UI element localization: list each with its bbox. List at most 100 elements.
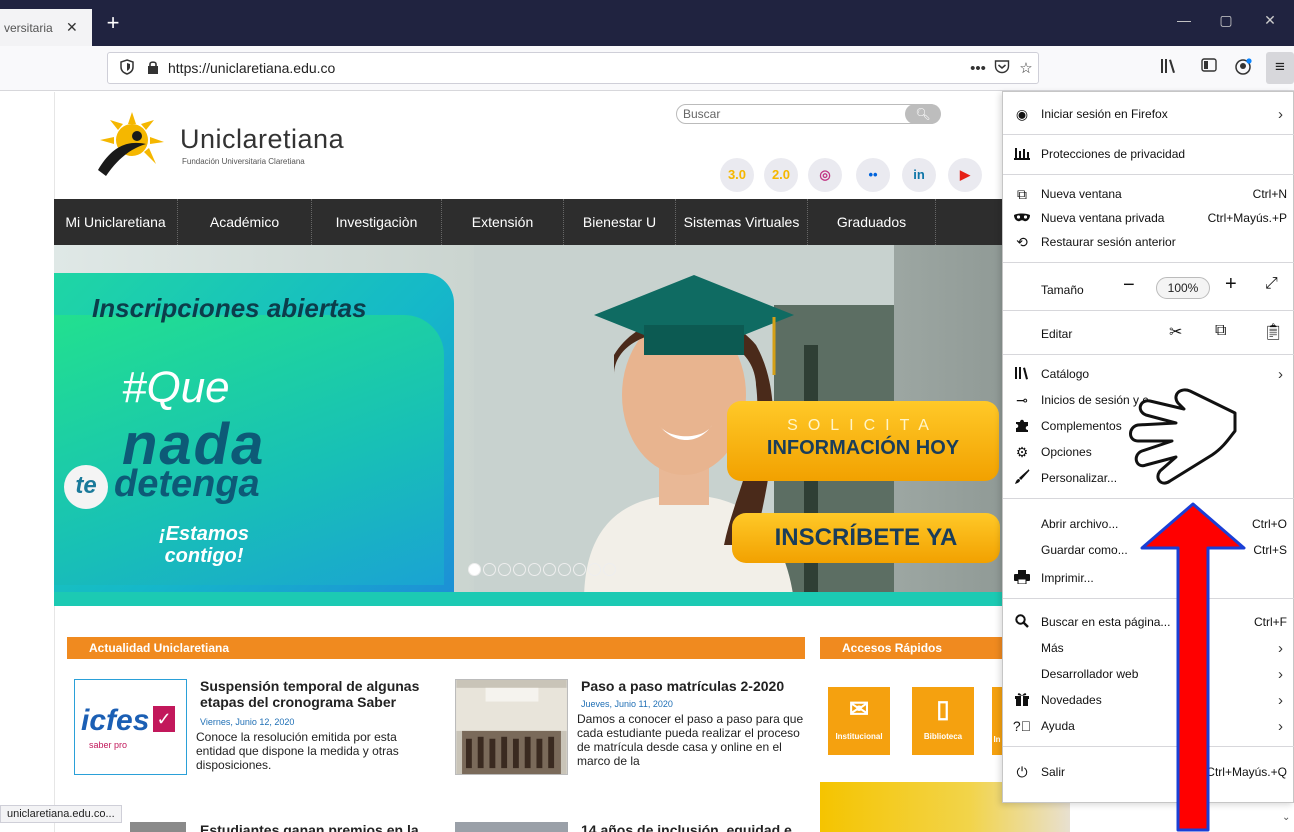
av20-icon[interactable]: 2.0 <box>764 158 798 192</box>
hero-tagline-line1: ¡Estamos <box>158 523 250 545</box>
menu-save-as-shortcut: Ctrl+S <box>1253 543 1287 557</box>
quick-third[interactable]: In <box>992 687 1002 755</box>
menu-edit-row: Editar <box>1003 322 1294 346</box>
carousel-dot[interactable] <box>573 563 586 576</box>
browser-tab[interactable]: versitaria ✕ <box>0 9 92 46</box>
open-menu-button[interactable]: ≡ <box>1266 52 1294 84</box>
flickr-icon[interactable]: •• <box>856 158 890 192</box>
news-section-header: Actualidad Uniclaretiana <box>67 637 805 659</box>
tab-close-icon[interactable]: ✕ <box>66 19 78 36</box>
nav-bienestar[interactable]: Bienestar U <box>564 199 676 245</box>
scroll-down-icon[interactable]: ⌄ <box>1282 812 1290 823</box>
maximize-button[interactable]: ▢ <box>1206 12 1246 29</box>
new-tab-button[interactable]: + <box>101 12 125 34</box>
close-window-button[interactable]: ✕ <box>1250 12 1290 29</box>
site-logo[interactable]: Uniclaretiana Fundación Universitaria Cl… <box>92 110 392 180</box>
library-icon[interactable] <box>1156 58 1182 82</box>
hero-tagline-line2: contigo! <box>164 545 244 567</box>
news-1-title[interactable]: Suspensión temporal de algunas etapas de… <box>200 678 430 710</box>
menu-library[interactable]: Catálogo › <box>1003 362 1294 386</box>
bookmark-star-icon[interactable]: ☆ <box>1014 59 1038 77</box>
power-icon: ⏻ <box>1016 763 1028 780</box>
help-icon: ?⃝ <box>1012 718 1032 734</box>
navigation-toolbar: https://uniclaretiana.edu.co ••• ☆ ≡ <box>0 46 1294 91</box>
protections-chart-icon <box>1003 146 1041 163</box>
minimize-button[interactable]: — <box>1164 12 1204 28</box>
menu-private-window[interactable]: Nueva ventana privada Ctrl+Mayús.+P <box>1003 206 1294 230</box>
news-1-date: Viernes, Junio 12, 2020 <box>200 717 295 727</box>
account-icon[interactable] <box>1230 58 1256 82</box>
carousel-dot[interactable] <box>543 563 556 576</box>
paste-icon[interactable]: 📋︎ <box>1263 322 1283 342</box>
menu-new-window[interactable]: ⧉ Nueva ventana Ctrl+N <box>1003 182 1294 206</box>
icfes-thumbnail[interactable]: icfes ✓ saber pro <box>74 679 187 775</box>
nav-sistemas-virtuales[interactable]: Sistemas Virtuales <box>676 199 808 245</box>
private-mask-icon <box>1003 210 1041 226</box>
cta-solicita: SOLICITA <box>787 417 939 434</box>
nav-extension[interactable]: Extensión <box>442 199 564 245</box>
carousel-dot[interactable] <box>468 563 481 576</box>
nav-graduados[interactable]: Graduados <box>808 199 936 245</box>
search-icon[interactable]: 🔍︎ <box>905 104 941 124</box>
status-bar-url: uniclaretiana.edu.co... <box>0 805 122 823</box>
carousel-dot[interactable] <box>558 563 571 576</box>
matriculas-thumbnail[interactable] <box>455 679 568 775</box>
icfes-sub-text: saber pro <box>89 740 128 750</box>
book-icon: ▯ <box>936 696 950 723</box>
menu-find-shortcut: Ctrl+F <box>1254 615 1287 629</box>
quick-institucional[interactable]: ✉ Institucional <box>828 687 890 755</box>
new-window-icon: ⧉ <box>1017 185 1027 202</box>
quick-institucional-label: Institucional <box>835 732 883 741</box>
news-3-title[interactable]: Estudiantes ganan premios en la <box>200 822 430 832</box>
news-1-body: Conoce la resolución emitida por esta en… <box>196 730 399 772</box>
menu-separator <box>1003 262 1294 263</box>
pocket-icon[interactable] <box>990 59 1014 78</box>
menu-privacy-protections[interactable]: Protecciones de privacidad <box>1003 142 1294 166</box>
lock-icon[interactable] <box>144 60 162 77</box>
carousel-dot[interactable] <box>513 563 526 576</box>
sidebar-icon[interactable] <box>1196 58 1222 82</box>
carousel-dot[interactable] <box>498 563 511 576</box>
enroll-button[interactable]: INSCRÍBETE YA <box>732 513 1000 563</box>
nav-academico[interactable]: Académico <box>178 199 312 245</box>
request-info-button[interactable]: SOLICITA INFORMACIÓN HOY <box>727 401 999 481</box>
zoom-in-button[interactable]: + <box>1225 273 1237 296</box>
url-text[interactable]: https://uniclaretiana.edu.co <box>168 60 966 76</box>
news-2-title[interactable]: Paso a paso matrículas 2-2020 <box>581 678 811 694</box>
nav-investigacion[interactable]: Investigaciòn <box>312 199 442 245</box>
library-icon <box>1003 366 1041 383</box>
nav-mi-uniclaretiana[interactable]: Mi Uniclaretiana <box>54 199 178 245</box>
hero-bottom-strip <box>54 592 1056 606</box>
page-actions-icon[interactable]: ••• <box>966 60 990 77</box>
tab-title: versitaria <box>4 20 53 35</box>
cut-icon[interactable]: ✂ <box>1169 322 1182 342</box>
site-name: Uniclaretiana <box>180 124 345 154</box>
news-4-thumbnail[interactable] <box>455 822 568 832</box>
menu-signin[interactable]: ◉ Iniciar sesión en Firefox › <box>1003 102 1294 126</box>
hero-carousel[interactable]: Inscripciones abiertas #Que nada te dete… <box>54 245 1056 601</box>
quick-biblioteca[interactable]: ▯ Biblioteca <box>912 687 974 755</box>
chevron-right-icon: › <box>1278 717 1283 735</box>
menu-restore-session[interactable]: ⟲ Restaurar sesión anterior <box>1003 230 1294 254</box>
copy-icon[interactable]: ⧉ <box>1215 322 1226 340</box>
youtube-icon[interactable]: ▶ <box>948 158 982 192</box>
zoom-reset-button[interactable]: 100% <box>1156 277 1210 299</box>
av30-icon[interactable]: 3.0 <box>720 158 754 192</box>
site-search-input[interactable]: Buscar 🔍︎ <box>676 104 941 124</box>
carousel-dot[interactable] <box>483 563 496 576</box>
carousel-dot[interactable] <box>528 563 541 576</box>
zoom-out-button[interactable]: − <box>1123 274 1135 297</box>
url-bar[interactable]: https://uniclaretiana.edu.co ••• ☆ <box>107 52 1039 84</box>
chevron-right-icon: › <box>1278 665 1283 683</box>
carousel-dot[interactable] <box>588 563 601 576</box>
tracking-shield-icon[interactable] <box>118 58 136 78</box>
news-4-title[interactable]: 14 años de inclusión, equidad e <box>581 822 811 832</box>
linkedin-icon[interactable]: in <box>902 158 936 192</box>
site-main-nav: Mi Uniclaretiana Académico Investigaciòn… <box>54 199 1056 245</box>
carousel-dot[interactable] <box>603 563 616 576</box>
instagram-icon[interactable]: ◎ <box>808 158 842 192</box>
news-2-body: Damos a conocer el paso a paso para que … <box>577 712 804 768</box>
fullscreen-icon[interactable]: ⤢ <box>1265 275 1278 293</box>
pointing-hand-cursor-icon <box>1129 388 1237 485</box>
news-3-thumbnail[interactable] <box>130 822 186 832</box>
